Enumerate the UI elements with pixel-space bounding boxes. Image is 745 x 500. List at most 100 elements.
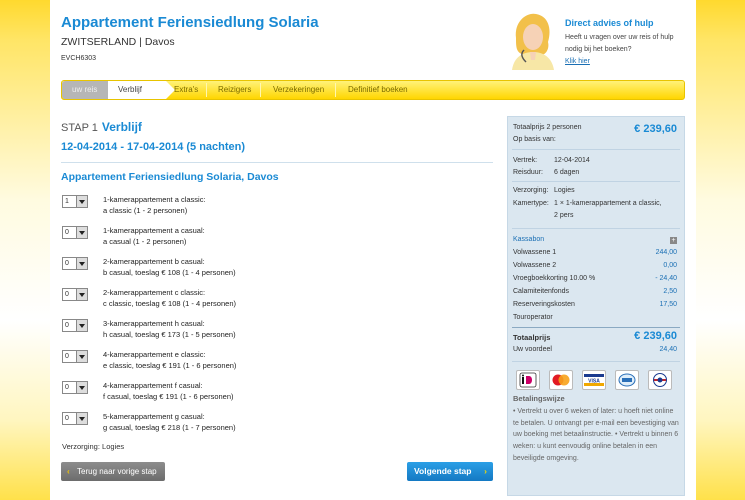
quantity-value: 0	[65, 415, 69, 422]
help-link[interactable]: Klik hier	[565, 58, 590, 65]
step-reizigers: Reizigers	[208, 81, 268, 99]
savings-label: Uw voordeel	[513, 346, 552, 353]
price-line-amount: 244,00	[655, 249, 677, 256]
quantity-select[interactable]: 0	[62, 381, 88, 394]
quantity-select[interactable]: 1	[62, 195, 88, 208]
header: Appartement Feriensiedlung Solaria ZWITS…	[50, 0, 696, 75]
step-number: STAP 1	[61, 122, 98, 134]
price-line-label: Calamiteitenfonds	[513, 288, 570, 295]
bank-icon	[615, 370, 639, 390]
travel-dates: 12-04-2014 - 17-04-2014 (5 nachten)	[61, 141, 246, 153]
board-label: Verzorging:	[513, 187, 549, 194]
mastercard-icon	[549, 370, 573, 390]
departure-value: 12-04-2014	[554, 157, 590, 164]
quantity-select[interactable]: 0	[62, 412, 88, 425]
payment-method-text: • Vertrekt u over 6 weken of later: u ho…	[513, 408, 679, 462]
step-heading: STAP 1 Verblijf	[61, 120, 142, 134]
booking-summary: Totaalprijs 2 personen Op basis van: € 2…	[507, 116, 685, 496]
price-line-label: Touroperator	[513, 314, 553, 321]
page-title: Appartement Feriensiedlung Solaria	[61, 14, 319, 31]
room-name: 3-kamerappartement h casual:	[103, 319, 205, 328]
page: Appartement Feriensiedlung Solaria ZWITS…	[50, 0, 696, 500]
chevron-down-icon	[76, 258, 87, 269]
quantity-value: 0	[65, 353, 69, 360]
room-type-persons: 2 pers	[554, 212, 574, 219]
room-details: b casual, toeslag € 108 (1 - 4 personen)	[103, 268, 236, 277]
help-text: Heeft u vragen over uw reis of hulp nodi…	[565, 34, 674, 53]
step-label: Definitief boeken	[348, 85, 408, 94]
room-option: 0 2-kamerappartement b casual: b casual,…	[62, 257, 482, 287]
room-name: 5-kamerappartement g casual:	[103, 412, 205, 421]
price-line-label: Volwassene 1	[513, 249, 557, 256]
step-verblijf: Verblijf	[108, 81, 175, 99]
chevron-down-icon	[76, 320, 87, 331]
chevron-down-icon	[76, 351, 87, 362]
step-label: Verzekeringen	[273, 85, 325, 94]
chevron-left-icon: ‹	[67, 467, 70, 476]
price-line-amount: - 24,40	[655, 275, 677, 282]
divider	[61, 162, 493, 163]
room-name: 2-kamerappartement c classic:	[103, 288, 206, 297]
next-button-label: Volgende stap	[414, 466, 472, 476]
quantity-select[interactable]: 0	[62, 288, 88, 301]
quantity-value: 0	[65, 260, 69, 267]
chevron-down-icon	[76, 196, 87, 207]
receipt-link[interactable]: Kassabon	[513, 236, 544, 243]
room-type-label: Kamertype:	[513, 200, 549, 207]
step-verzekeringen: Verzekeringen	[263, 81, 345, 99]
room-option: 0 4-kamerappartement e classic: e classi…	[62, 350, 482, 380]
back-button[interactable]: ‹ Terug naar vorige stap	[61, 462, 165, 481]
quantity-value: 0	[65, 322, 69, 329]
departure-label: Vertrek:	[513, 157, 538, 164]
step-definitief-boeken: Definitief boeken	[338, 81, 438, 99]
price-line-label: Volwassene 2	[513, 262, 557, 269]
chevron-down-icon	[76, 382, 87, 393]
room-name: 1-kamerappartement a classic:	[103, 195, 206, 204]
svg-text:VISA: VISA	[588, 379, 600, 385]
duration-value: 6 dagen	[554, 169, 580, 176]
total-price: € 239,60	[634, 123, 677, 135]
step-label: Reizigers	[218, 85, 252, 94]
secure-icon	[648, 370, 672, 390]
quantity-select[interactable]: 0	[62, 319, 88, 332]
price-line-label: Vroegboekkorting 10.00 %	[513, 275, 596, 282]
board-value: Logies	[554, 187, 575, 194]
room-option: 1 1-kamerappartement a classic: a classi…	[62, 195, 482, 225]
room-option: 0 2-kamerappartement c classic: c classi…	[62, 288, 482, 318]
quantity-select[interactable]: 0	[62, 226, 88, 239]
step-uw-reis[interactable]: uw reis	[62, 81, 117, 99]
step-bar: uw reis Verblijf Extra's Reizigers Verze…	[61, 80, 685, 100]
room-option: 0 5-kamerappartement g casual: g casual,…	[62, 412, 482, 442]
room-type-value: 1 × 1-kamerappartement a classic,	[554, 200, 662, 207]
expand-icon[interactable]: +	[670, 237, 677, 244]
quantity-value: 0	[65, 291, 69, 298]
price-line-label: Reserveringskosten	[513, 301, 575, 308]
room-details: a classic (1 - 2 personen)	[103, 206, 188, 215]
price-line-amount: 17,50	[659, 301, 677, 308]
room-details: a casual (1 - 2 personen)	[103, 237, 187, 246]
quantity-value: 0	[65, 229, 69, 236]
quantity-select[interactable]: 0	[62, 257, 88, 270]
quantity-select[interactable]: 0	[62, 350, 88, 363]
price-line-amount: 0,00	[663, 262, 677, 269]
visa-icon: VISA	[582, 370, 606, 390]
quantity-value: 0	[65, 384, 69, 391]
payment-method-title: Betalingswijze	[513, 394, 565, 403]
next-step-button[interactable]: Volgende stap ›	[407, 462, 493, 481]
accommodation-code: EVCH6303	[61, 55, 97, 62]
step-label: uw reis	[72, 85, 98, 94]
room-option: 0 1-kamerappartement a casual: a casual …	[62, 226, 482, 256]
chevron-down-icon	[76, 227, 87, 238]
basis-label: Op basis van:	[513, 136, 556, 143]
step-label: Verblijf	[118, 85, 143, 94]
room-name: 4-kamerappartement e classic:	[103, 350, 206, 359]
duration-label: Reisduur:	[513, 169, 543, 176]
room-details: e classic, toeslag € 191 (1 - 6 personen…	[103, 361, 237, 370]
board-type: Verzorging: Logies	[62, 442, 125, 451]
grand-total-label: Totaalprijs	[513, 333, 551, 342]
room-details: f casual, toeslag € 191 (1 - 6 personen)	[103, 392, 234, 401]
step-title: Verblijf	[101, 120, 142, 134]
grand-total-value: € 239,60	[634, 330, 677, 342]
location: ZWITSERLAND | Davos	[61, 36, 175, 48]
room-option: 0 4-kamerappartement f casual: f casual,…	[62, 381, 482, 411]
